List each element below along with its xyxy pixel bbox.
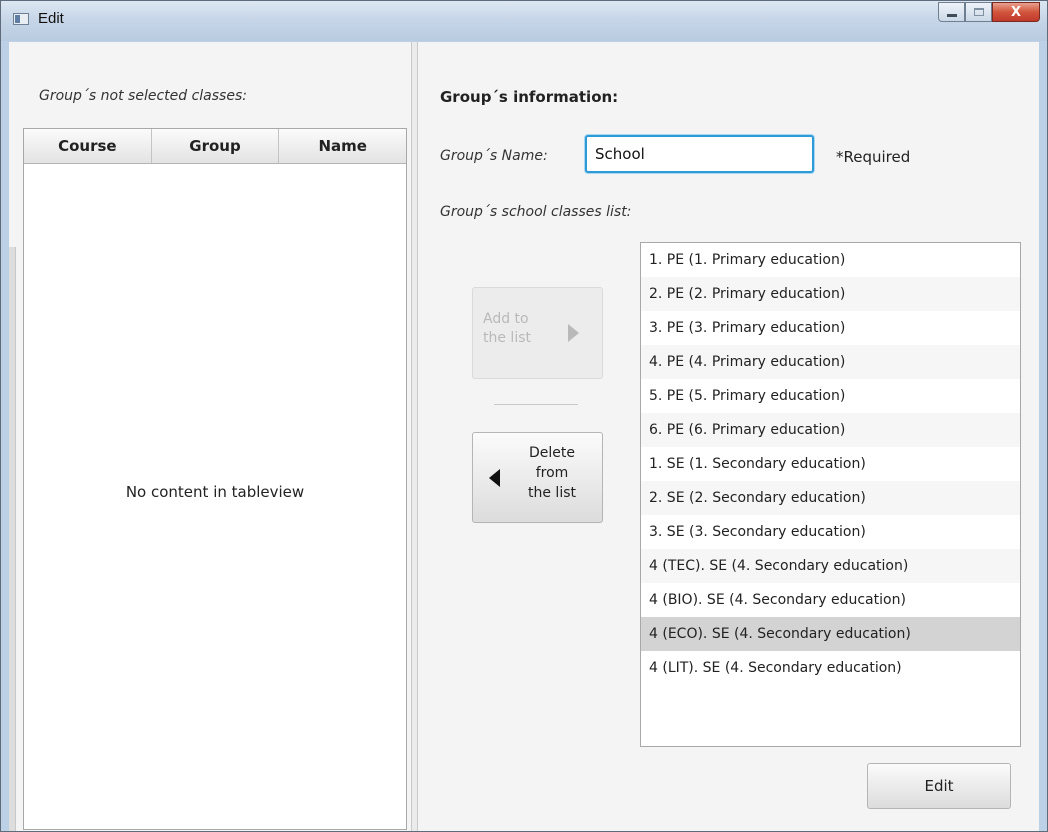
list-item[interactable]: 4. PE (4. Primary education): [641, 345, 1020, 379]
client-area: Group´s not selected classes: Course Gro…: [9, 42, 1039, 831]
edit-window: Edit X Group´s not selected classes: Cou…: [0, 0, 1048, 832]
school-classes-list[interactable]: 1. PE (1. Primary education) 2. PE (2. Pr…: [640, 242, 1021, 747]
triangle-left-icon: [489, 469, 500, 487]
maximize-button[interactable]: [965, 2, 992, 22]
left-pane: Group´s not selected classes: Course Gro…: [9, 42, 411, 831]
minimize-icon: [946, 13, 957, 17]
list-item[interactable]: 4 (ECO). SE (4. Secondary education): [641, 617, 1020, 651]
list-item[interactable]: 3. SE (3. Secondary education): [641, 515, 1020, 549]
group-name-input[interactable]: [585, 135, 814, 173]
not-selected-classes-label: Group´s not selected classes:: [39, 88, 247, 104]
group-information-title: Group´s information:: [440, 88, 619, 106]
edit-button-label: Edit: [924, 777, 954, 795]
split-pane-divider[interactable]: [411, 42, 418, 831]
delete-from-list-label: Delete from the list: [528, 445, 576, 501]
school-classes-list-label: Group´s school classes list:: [440, 204, 632, 220]
list-item[interactable]: 4 (TEC). SE (4. Secondary education): [641, 549, 1020, 583]
caption-buttons: X: [938, 2, 1040, 22]
add-to-list-label: Add to the list: [483, 311, 531, 346]
column-header-course[interactable]: Course: [24, 129, 152, 163]
title-bar[interactable]: Edit X: [1, 1, 1047, 41]
minimize-button[interactable]: [938, 2, 965, 22]
left-edge-scrollbar[interactable]: [9, 247, 16, 831]
list-item[interactable]: 6. PE (6. Primary education): [641, 413, 1020, 447]
right-pane: Group´s information: Group´s Name: *Requ…: [418, 42, 1039, 831]
window-title: Edit: [38, 10, 64, 27]
list-item[interactable]: 2. SE (2. Secondary education): [641, 481, 1020, 515]
list-item[interactable]: 1. PE (1. Primary education): [641, 243, 1020, 277]
edit-button[interactable]: Edit: [867, 763, 1011, 809]
required-note: *Required: [836, 148, 911, 166]
list-item[interactable]: 1. SE (1. Secondary education): [641, 447, 1020, 481]
table-empty-placeholder: No content in tableview: [125, 483, 305, 501]
close-button[interactable]: X: [992, 2, 1040, 22]
maximize-icon: [973, 8, 984, 16]
add-to-list-button[interactable]: Add to the list: [472, 287, 603, 379]
column-header-group[interactable]: Group: [152, 129, 280, 163]
list-item[interactable]: 4 (BIO). SE (4. Secondary education): [641, 583, 1020, 617]
table-header: Course Group Name: [24, 129, 406, 164]
column-header-name[interactable]: Name: [279, 129, 406, 163]
list-item[interactable]: 4 (LIT). SE (4. Secondary education): [641, 651, 1020, 685]
button-separator: [494, 404, 578, 405]
group-name-label: Group´s Name:: [440, 148, 548, 164]
list-item[interactable]: 3. PE (3. Primary education): [641, 311, 1020, 345]
app-icon: [13, 13, 29, 25]
list-item[interactable]: 5. PE (5. Primary education): [641, 379, 1020, 413]
list-item[interactable]: 2. PE (2. Primary education): [641, 277, 1020, 311]
close-icon: X: [1010, 4, 1022, 20]
delete-from-list-button[interactable]: Delete from the list: [472, 432, 603, 523]
not-selected-classes-table[interactable]: Course Group Name No content in tablevie…: [23, 128, 407, 830]
triangle-right-icon: [568, 324, 579, 342]
